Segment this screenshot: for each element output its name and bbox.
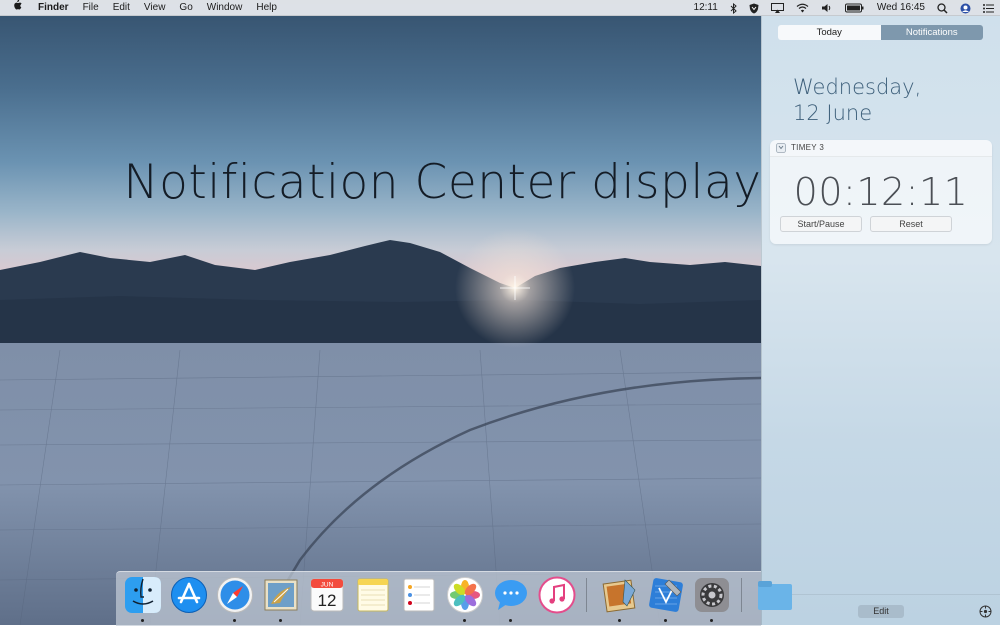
dock-safari[interactable] [216,576,254,622]
start-pause-button[interactable]: Start/Pause [780,216,862,232]
menu-go[interactable]: Go [172,0,199,16]
running-indicator [509,619,512,622]
dock-photos[interactable] [446,576,484,622]
notes-icon [357,578,389,612]
today-date: Wednesday, 12 June [793,74,921,126]
dock-app-store[interactable] [170,576,208,622]
timer-status-text[interactable]: 12:11 [688,0,724,16]
overlay-caption: Notification Center display [123,155,762,210]
dock-system-preferences[interactable] [693,576,731,622]
notification-center-panel: Today Notifications Wednesday, 12 June T… [761,16,1000,625]
dock: JUN 12 [116,571,792,626]
date-weekday: Wednesday, [793,75,922,99]
app-store-icon [171,577,207,613]
messages-icon [495,580,527,610]
menu-file[interactable]: File [76,0,106,16]
dock-separator [586,578,587,612]
calendar-month: JUN [321,582,334,589]
battery-icon[interactable] [839,3,871,13]
apple-menu-icon[interactable] [0,0,31,16]
widget-title: TIMEY 3 [791,143,825,152]
menu-help[interactable]: Help [249,0,284,16]
menu-view[interactable]: View [137,0,173,16]
nc-footer: Edit [762,594,1000,625]
timer-display: 00:12:11 [793,170,969,214]
bluetooth-icon[interactable] [724,2,743,14]
preview-icon [602,579,636,613]
volume-icon[interactable] [815,3,839,13]
menu-bar: Finder File Edit View Go Window Help 12:… [0,0,1000,16]
widget-header: TIMEY 3 [770,140,992,157]
menu-clock[interactable]: Wed 16:45 [871,0,931,16]
menu-window[interactable]: Window [200,0,250,16]
calendar-icon: JUN 12 [310,578,344,612]
tab-notifications[interactable]: Notifications [880,25,983,40]
dock-xcode[interactable] [647,576,685,622]
settings-gear-icon[interactable] [979,605,992,618]
dock-calendar[interactable]: JUN 12 [308,576,346,622]
finder-icon [125,577,161,613]
dock-messages[interactable] [492,576,530,622]
itunes-icon [538,576,576,614]
wifi-icon[interactable] [790,3,815,13]
running-indicator [710,619,713,622]
dock-itunes[interactable] [538,576,576,622]
dock-notes[interactable] [354,576,392,622]
menu-edit[interactable]: Edit [106,0,137,16]
xcode-icon [649,578,683,612]
dock-mail[interactable] [262,576,300,622]
dock-reminders[interactable] [400,576,438,622]
running-indicator [463,619,466,622]
edit-widgets-button[interactable]: Edit [858,605,904,618]
reminders-icon [403,578,435,612]
shield-icon[interactable] [743,3,765,14]
mail-icon [264,579,298,611]
notification-center-icon[interactable] [977,3,1000,13]
reset-button[interactable]: Reset [870,216,952,232]
user-avatar-icon[interactable] [954,3,977,14]
running-indicator [618,619,621,622]
timey-app-icon [776,143,786,153]
running-indicator [141,619,144,622]
dock-finder[interactable] [124,576,162,622]
tab-today[interactable]: Today [778,25,881,40]
timey-widget: TIMEY 3 00:12:11 Start/Pause Reset [770,140,992,244]
safari-icon [217,577,253,613]
photos-icon [447,577,483,613]
running-indicator [233,619,236,622]
dock-downloads-folder[interactable] [756,576,794,622]
nc-segmented-control: Today Notifications [778,25,983,40]
dock-preview[interactable] [601,576,639,622]
running-indicator [664,619,667,622]
airplay-icon[interactable] [765,3,790,13]
spotlight-icon[interactable] [931,2,954,14]
date-day-month: 12 June [793,101,873,125]
running-indicator [279,619,282,622]
calendar-day: 12 [318,591,337,610]
system-preferences-icon [695,578,729,612]
dock-separator-2 [741,578,742,612]
menu-app-name[interactable]: Finder [31,0,76,16]
folder-icon [758,581,792,610]
